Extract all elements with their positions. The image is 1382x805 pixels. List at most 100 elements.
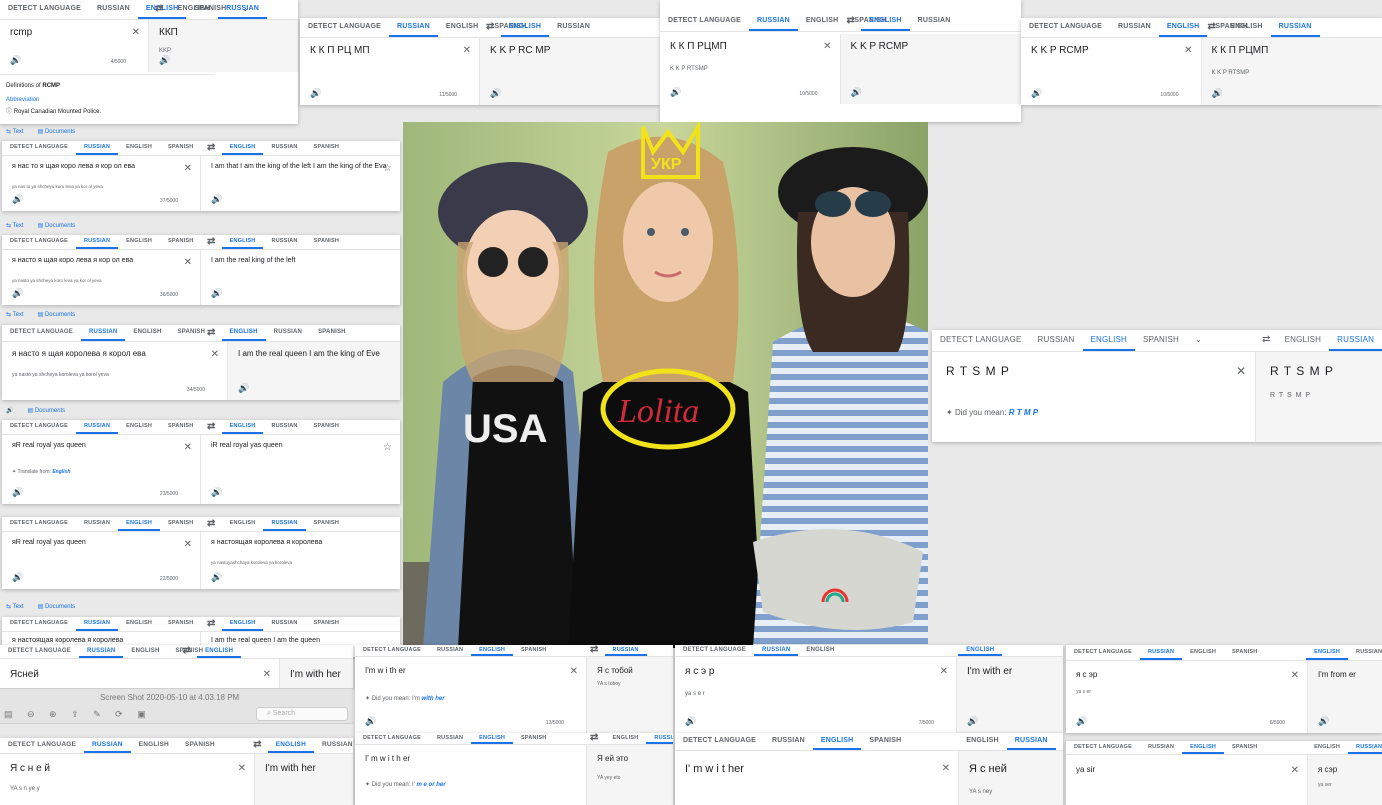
close-icon[interactable]: ✕ bbox=[942, 763, 950, 774]
speaker-icon[interactable]: 🔊 bbox=[967, 716, 978, 727]
speaker-icon[interactable]: 🔊 bbox=[685, 716, 696, 727]
tab-target-russian[interactable]: RUSSIAN bbox=[263, 235, 305, 249]
speaker-icon[interactable]: 🔊 bbox=[211, 487, 222, 498]
close-icon[interactable]: ✕ bbox=[184, 163, 192, 174]
swap-icon[interactable]: ⇄ bbox=[201, 517, 222, 531]
tab-target-english[interactable]: ENGLISH bbox=[221, 420, 264, 434]
search-input[interactable]: ⌕ Search bbox=[256, 707, 348, 721]
source-text[interactable]: я настоящая королева я королева bbox=[12, 637, 190, 644]
tab-detect-language[interactable]: DETECT LANGUAGE bbox=[675, 645, 754, 656]
close-icon[interactable]: ✕ bbox=[463, 45, 471, 56]
tab-english[interactable]: ENGLISH bbox=[1082, 330, 1136, 351]
tab-detect-language[interactable]: DETECT LANGUAGE bbox=[355, 733, 429, 744]
source-text[interactable]: I'm w i th er bbox=[365, 666, 576, 675]
speaker-icon[interactable]: 🔊 bbox=[310, 88, 321, 99]
tab-target-russian[interactable]: RUSSIAN bbox=[1348, 645, 1382, 660]
tab-spanish[interactable]: SPANISH bbox=[1135, 330, 1187, 351]
tab-text[interactable]: ⇆ Text bbox=[6, 603, 24, 610]
speaker-icon[interactable]: 🔊 bbox=[851, 87, 862, 98]
tab-target-russian[interactable]: RUSSIAN bbox=[218, 0, 268, 19]
close-icon[interactable]: ✕ bbox=[823, 41, 831, 52]
tab-target-russian[interactable]: RUSSIAN bbox=[314, 738, 353, 753]
source-text[interactable]: я насто я щая коро лева я кор ол ева bbox=[12, 257, 190, 264]
tab-detect-language[interactable]: DETECT LANGUAGE bbox=[932, 330, 1030, 351]
speaker-icon[interactable]: 🔊 bbox=[1212, 88, 1223, 99]
swap-icon[interactable]: ⇄ bbox=[201, 141, 222, 155]
tab-detect-language[interactable]: DETECT LANGUAGE bbox=[660, 12, 749, 31]
close-icon[interactable]: ✕ bbox=[263, 669, 271, 680]
tab-spanish[interactable]: SPANISH bbox=[160, 235, 201, 249]
tab-spanish[interactable]: SPANISH bbox=[513, 645, 554, 656]
close-icon[interactable]: ✕ bbox=[1291, 765, 1299, 776]
close-icon[interactable]: ✕ bbox=[184, 539, 192, 550]
tab-spanish[interactable]: SPANISH bbox=[160, 517, 201, 531]
tab-spanish[interactable]: SPANISH bbox=[513, 733, 554, 744]
tab-russian[interactable]: RUSSIAN bbox=[1030, 330, 1083, 351]
tab-detect-language[interactable]: DETECT LANGUAGE bbox=[0, 645, 79, 658]
tab-target-english[interactable]: ENGLISH bbox=[1306, 645, 1349, 660]
tab-target-english[interactable]: ENGLISH bbox=[605, 733, 647, 744]
tab-detect-language[interactable]: DETECT LANGUAGE bbox=[0, 738, 84, 753]
tab-target-english[interactable]: ENGLISH bbox=[1306, 741, 1348, 754]
close-icon[interactable]: ✕ bbox=[1236, 364, 1247, 378]
tab-target-spanish[interactable]: SPANISH bbox=[306, 235, 347, 249]
tab-target-russian[interactable]: RUSSIAN bbox=[263, 617, 305, 631]
tab-target-spanish[interactable]: SPANISH bbox=[306, 617, 347, 631]
tab-english[interactable]: ENGLISH bbox=[118, 517, 161, 531]
tab-target-english[interactable]: ENGLISH bbox=[221, 325, 266, 341]
tab-detect-language[interactable]: DETECT LANGUAGE bbox=[2, 420, 76, 434]
source-text[interactable]: К К П РЦМП bbox=[670, 41, 830, 52]
speaker-icon[interactable]: 🔊 bbox=[12, 288, 23, 299]
tab-detect-language[interactable]: DETECT LANGUAGE bbox=[675, 733, 764, 750]
tab-english[interactable]: ENGLISH bbox=[131, 738, 177, 753]
close-icon[interactable]: ✕ bbox=[1184, 45, 1192, 56]
tab-english[interactable]: ENGLISH bbox=[1158, 18, 1208, 37]
source-text[interactable]: ya sir bbox=[1076, 765, 1297, 774]
tab-target-english[interactable]: ENGLISH bbox=[170, 0, 219, 19]
tab-russian[interactable]: RUSSIAN bbox=[79, 645, 124, 658]
tab-target-russian[interactable]: RUSSIAN bbox=[263, 517, 306, 531]
tab-spanish[interactable]: SPANISH bbox=[177, 738, 223, 753]
swap-icon[interactable]: ⇄ bbox=[201, 235, 222, 249]
tab-english[interactable]: ENGLISH bbox=[123, 645, 167, 658]
speaker-icon[interactable]: 🔊 bbox=[12, 487, 23, 498]
swap-icon[interactable]: ⇄ bbox=[841, 12, 862, 31]
speaker-icon[interactable]: 🔊 bbox=[490, 88, 501, 99]
speaker-icon[interactable]: 🔊 bbox=[238, 383, 249, 394]
source-text[interactable]: яR real royal yas queen bbox=[12, 442, 190, 449]
tab-target-russian[interactable]: RUSSIAN bbox=[1270, 18, 1320, 37]
tab-text[interactable]: ⇆ Text bbox=[6, 128, 24, 135]
tab-target-english[interactable]: ENGLISH bbox=[1277, 330, 1330, 351]
tab-russian[interactable]: RUSSIAN bbox=[1110, 18, 1159, 37]
close-icon[interactable]: ✕ bbox=[1291, 670, 1299, 681]
source-text[interactable]: K K P RCMP bbox=[1031, 45, 1191, 56]
tab-target-russian[interactable]: RUSSIAN bbox=[1329, 330, 1382, 351]
swap-icon[interactable]: ⇄ bbox=[201, 420, 222, 434]
tab-target-russian[interactable]: RUSSIAN bbox=[266, 325, 310, 341]
source-text[interactable]: I' m w i t h er bbox=[365, 754, 576, 763]
tab-text[interactable]: 🔊 bbox=[6, 407, 13, 414]
tab-documents[interactable]: ▤ Documents bbox=[38, 128, 76, 135]
tab-english[interactable]: ENGLISH bbox=[1182, 645, 1224, 660]
tab-detect-language[interactable]: DETECT LANGUAGE bbox=[1066, 645, 1140, 660]
tab-russian[interactable]: RUSSIAN bbox=[1140, 645, 1183, 660]
tab-target-russian[interactable]: RUSSIAN bbox=[1006, 733, 1056, 750]
tab-target-spanish[interactable]: SPANISH bbox=[310, 325, 354, 341]
close-icon[interactable]: ✕ bbox=[184, 257, 192, 268]
tab-documents[interactable]: ▤ Documents bbox=[38, 603, 76, 610]
tab-english[interactable]: ENGLISH bbox=[118, 617, 160, 631]
swap-icon[interactable]: ⇄ bbox=[584, 733, 605, 744]
tab-detect-language[interactable]: DETECT LANGUAGE bbox=[2, 617, 76, 631]
tab-spanish[interactable]: SPANISH bbox=[1224, 741, 1265, 754]
tab-target-english[interactable]: ENGLISH bbox=[222, 517, 264, 531]
tab-spanish[interactable]: SPANISH bbox=[160, 420, 201, 434]
tab-documents[interactable]: ▤ Documents bbox=[27, 407, 65, 414]
swap-icon[interactable]: ⇄ bbox=[177, 645, 198, 658]
tab-detect-language[interactable]: DETECT LANGUAGE bbox=[2, 325, 81, 341]
tab-target-english[interactable]: ENGLISH bbox=[958, 733, 1007, 750]
source-text[interactable]: rcmp bbox=[10, 27, 138, 38]
tab-target-russian[interactable]: RUSSIAN bbox=[263, 141, 305, 155]
tab-target-russian[interactable]: RUSSIAN bbox=[604, 645, 647, 656]
source-text[interactable]: Я с н е й bbox=[10, 763, 244, 774]
source-text[interactable]: R T S M P bbox=[946, 364, 1241, 378]
